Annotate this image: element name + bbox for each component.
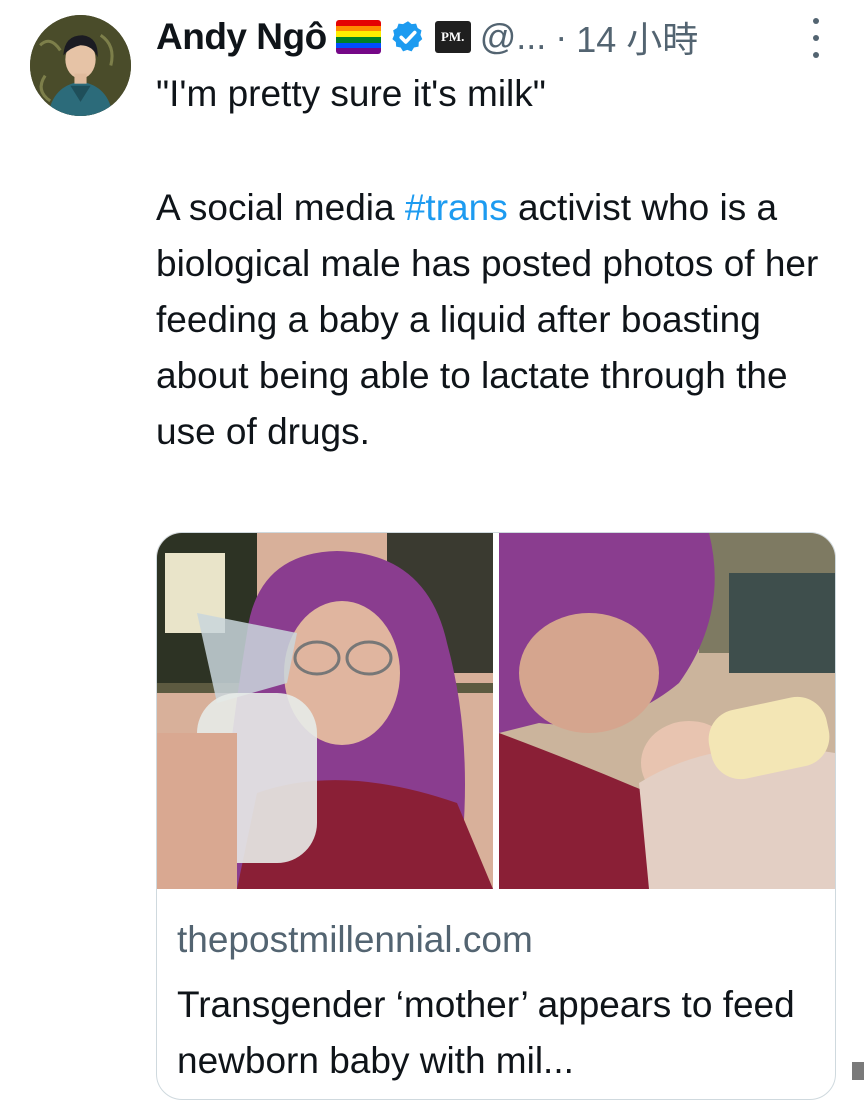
tweet-body-start: A social media	[156, 187, 405, 228]
card-photo-right	[499, 533, 835, 889]
tweet-timestamp[interactable]: 14 小時	[576, 11, 698, 63]
avatar-portrait-image	[30, 15, 131, 116]
tweet-quote-line: "I'm pretty sure it's milk"	[156, 73, 546, 114]
card-domain: thepostmillennial.com	[177, 919, 533, 960]
card-media[interactable]	[157, 533, 835, 889]
author-handle[interactable]: @...	[480, 16, 547, 58]
hashtag-link[interactable]: #trans	[405, 187, 508, 228]
card-photo-left	[157, 533, 493, 889]
rainbow-flag-icon	[335, 20, 381, 54]
avatar[interactable]	[30, 15, 131, 116]
tweet-header: Andy Ngô PM. @... · 14 小時	[156, 12, 698, 62]
scrollbar-thumb[interactable]	[852, 1062, 864, 1080]
pm-logo-icon[interactable]: PM.	[434, 21, 471, 53]
more-options-icon[interactable]	[804, 18, 828, 58]
tweet-body: A social media #trans activist who is a …	[156, 180, 836, 460]
link-preview-card[interactable]: thepostmillennial.com Transgender ‘mothe…	[156, 532, 836, 1100]
card-headline: Transgender ‘mother’ appears to feed new…	[177, 984, 795, 1081]
author-name[interactable]: Andy Ngô	[156, 16, 327, 58]
separator-dot: ·	[555, 16, 568, 57]
verified-badge-icon[interactable]	[390, 19, 426, 55]
